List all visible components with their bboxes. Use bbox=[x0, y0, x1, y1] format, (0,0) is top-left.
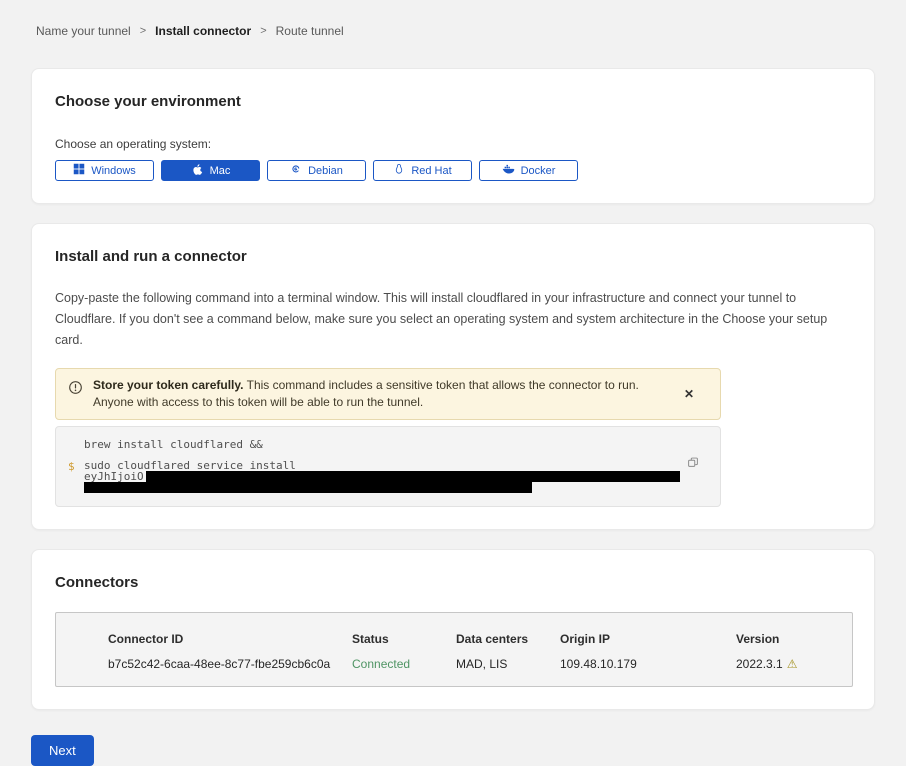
version-warning-icon: ⚠ bbox=[787, 657, 798, 671]
connector-data-centers-value: MAD, LIS bbox=[456, 657, 560, 671]
install-description: Copy-paste the following command into a … bbox=[55, 288, 850, 351]
command-token-line: eyJhIjoiO bbox=[84, 471, 680, 482]
col-header-version: Version bbox=[736, 632, 852, 646]
breadcrumb-step-install-connector[interactable]: Install connector bbox=[155, 24, 251, 38]
command-line-1: brew install cloudflared && bbox=[84, 439, 680, 450]
os-button-group: Windows Mac Debian bbox=[55, 160, 851, 181]
connector-origin-ip-value: 109.48.10.179 bbox=[560, 657, 736, 671]
docker-icon bbox=[502, 163, 515, 179]
os-button-label: Red Hat bbox=[411, 165, 451, 177]
choose-environment-card: Choose your environment Choose an operat… bbox=[31, 68, 875, 204]
os-button-debian[interactable]: Debian bbox=[267, 160, 366, 181]
breadcrumb-step-route-tunnel[interactable]: Route tunnel bbox=[276, 24, 344, 38]
install-connector-card: Install and run a connector Copy-paste t… bbox=[31, 223, 875, 530]
token-redaction-bar bbox=[146, 471, 680, 482]
debian-icon bbox=[290, 163, 302, 178]
connector-version-value: 2022.3.1⚠ bbox=[736, 657, 852, 671]
apple-icon bbox=[191, 163, 204, 179]
terminal-prompt: $ bbox=[68, 460, 75, 473]
install-connector-title: Install and run a connector bbox=[55, 248, 851, 265]
os-button-windows[interactable]: Windows bbox=[55, 160, 154, 181]
windows-icon bbox=[73, 163, 85, 178]
os-button-label: Mac bbox=[210, 165, 231, 177]
table-row: b7c52c42-6caa-48ee-8c77-fbe259cb6c0a Con… bbox=[108, 657, 852, 671]
table-header-row: Connector ID Status Data centers Origin … bbox=[108, 632, 852, 646]
token-warning-bold: Store your token carefully. bbox=[93, 378, 244, 392]
breadcrumb-separator: > bbox=[260, 25, 266, 37]
col-header-origin-ip: Origin IP bbox=[560, 632, 736, 646]
connectors-card: Connectors Connector ID Status Data cent… bbox=[31, 549, 875, 710]
close-icon[interactable]: ✕ bbox=[678, 385, 700, 403]
os-button-redhat[interactable]: Red Hat bbox=[373, 160, 472, 181]
connectors-title: Connectors bbox=[55, 574, 851, 591]
redhat-icon bbox=[393, 163, 405, 178]
breadcrumb: Name your tunnel > Install connector > R… bbox=[0, 0, 906, 38]
install-command-block: $ brew install cloudflared && sudo cloud… bbox=[55, 426, 721, 507]
os-select-label: Choose an operating system: bbox=[55, 137, 851, 151]
token-warning-text: Store your token carefully. This command… bbox=[93, 377, 668, 411]
connectors-table: Connector ID Status Data centers Origin … bbox=[55, 612, 853, 687]
col-header-connector-id: Connector ID bbox=[108, 632, 352, 646]
col-header-status: Status bbox=[352, 632, 456, 646]
connector-id-value: b7c52c42-6caa-48ee-8c77-fbe259cb6c0a bbox=[108, 657, 352, 671]
command-line-2: sudo cloudflared service install bbox=[84, 460, 680, 471]
choose-environment-title: Choose your environment bbox=[55, 93, 851, 110]
page-content: Choose your environment Choose an operat… bbox=[31, 68, 875, 766]
token-redaction-bar bbox=[84, 482, 532, 493]
connector-status-value: Connected bbox=[352, 657, 456, 671]
token-warning-banner: Store your token carefully. This command… bbox=[55, 368, 721, 420]
command-token-line-2 bbox=[84, 482, 680, 493]
token-prefix: eyJhIjoiO bbox=[84, 471, 144, 482]
os-button-label: Debian bbox=[308, 165, 343, 177]
col-header-data-centers: Data centers bbox=[456, 632, 560, 646]
os-button-label: Windows bbox=[91, 165, 136, 177]
breadcrumb-step-name-your-tunnel[interactable]: Name your tunnel bbox=[36, 24, 131, 38]
breadcrumb-separator: > bbox=[140, 25, 146, 37]
os-button-docker[interactable]: Docker bbox=[479, 160, 578, 181]
os-button-label: Docker bbox=[521, 165, 556, 177]
os-button-mac[interactable]: Mac bbox=[161, 160, 260, 181]
alert-circle-icon bbox=[68, 380, 83, 400]
copy-icon[interactable] bbox=[684, 453, 702, 474]
